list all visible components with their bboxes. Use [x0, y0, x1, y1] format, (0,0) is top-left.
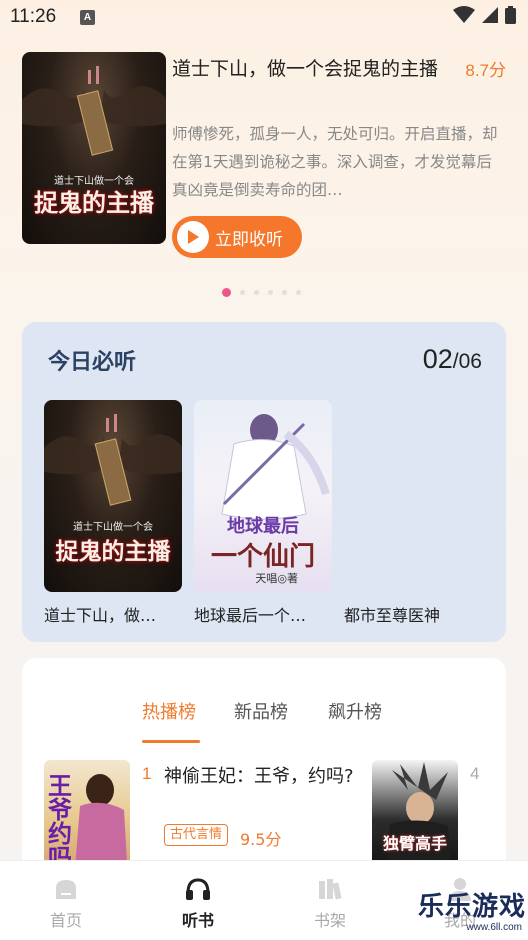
cover-author-art: 天唱◎著: [255, 572, 298, 585]
daily-book-name[interactable]: 地球最后一个…: [194, 602, 334, 626]
cover-title-art: 捉鬼的主播: [55, 538, 171, 565]
carousel-dot[interactable]: [268, 290, 273, 295]
home-icon: [56, 880, 76, 899]
rank-item-score: 9.5分: [240, 830, 282, 849]
featured-title[interactable]: 道士下山，做一个会捉鬼的主播: [172, 54, 442, 85]
cover-subtitle-art: 地球最后: [227, 516, 299, 537]
daily-book-1[interactable]: 道士下山做一个会 捉鬼的主播 道士下山，做…: [44, 400, 182, 625]
listen-now-button[interactable]: 立即收听: [172, 216, 302, 258]
featured-description: 师傅惨死，孤身一人，无处可归。开启直播，却在第1天遇到诡秘之事。深入调查，才发觉…: [172, 125, 498, 199]
cover-title-art: 独臂高手: [382, 834, 447, 853]
nav-home-label: 首页: [49, 911, 82, 930]
daily-book-cover[interactable]: 地球最后 一个仙门 天唱◎著: [194, 400, 332, 592]
daily-title: 今日必听: [48, 349, 137, 375]
bookshelf-icon: [319, 879, 342, 900]
cover-subtitle-art: 道士下山做一个会: [73, 522, 153, 533]
daily-page-total: /06: [452, 350, 482, 373]
nav-listen-label: 听书: [181, 911, 214, 930]
headphones-icon: [186, 878, 210, 900]
notification-icon: A: [80, 10, 95, 25]
tab-hot[interactable]: 热播榜: [142, 698, 196, 724]
tab-underline: [142, 740, 200, 743]
cover-title-art: 一个仙门: [210, 542, 315, 572]
status-bar: 11:26 A: [0, 0, 528, 36]
carousel-dot[interactable]: [296, 290, 301, 295]
nav-bookshelf-label: 书架: [313, 911, 346, 930]
nav-listen[interactable]: 听书: [158, 861, 238, 931]
featured-score: 8.7分: [465, 61, 506, 80]
carousel-dot[interactable]: [240, 290, 245, 295]
nav-bookshelf[interactable]: 书架: [290, 861, 370, 931]
rank-item-title[interactable]: 神偷王妃：王爷，约吗?: [164, 762, 354, 791]
signal-icon: [482, 7, 498, 23]
nav-home[interactable]: 首页: [26, 861, 106, 931]
cover-title-art: 王爷约吗: [48, 771, 72, 872]
tab-new[interactable]: 新品榜: [234, 698, 288, 724]
daily-page-indicator: 02/06: [423, 344, 482, 375]
listen-now-label: 立即收听: [215, 229, 283, 250]
daily-page-current: 02: [422, 344, 453, 374]
cover-title-art: 捉鬼的主播: [34, 188, 154, 217]
watermark-text: 乐乐游戏: [417, 892, 526, 922]
daily-book-name[interactable]: 道士下山，做…: [44, 602, 184, 626]
watermark-url: www.6ll.com: [466, 922, 522, 933]
carousel-dots[interactable]: [222, 288, 301, 297]
daily-book-cover[interactable]: 道士下山做一个会 捉鬼的主播: [44, 400, 182, 592]
status-icons: [453, 6, 516, 24]
featured-banner[interactable]: 道士下山做一个会 捉鬼的主播 道士下山，做一个会捉鬼的主播 8.7分 师傅惨死，…: [0, 50, 528, 280]
status-time: 11:26: [10, 6, 57, 27]
featured-cover[interactable]: 道士下山做一个会 捉鬼的主播: [22, 52, 166, 244]
rank-number: 4: [470, 764, 480, 783]
rank-number: 1: [142, 764, 152, 783]
watermark-logo: 乐乐游戏 www.6ll.com: [394, 886, 526, 940]
rank-item-genre: 古代言情: [164, 824, 229, 846]
battery-icon: [505, 6, 516, 24]
carousel-dot[interactable]: [222, 288, 231, 297]
wifi-icon: [453, 6, 475, 23]
daily-book-name[interactable]: 都市至尊医神: [344, 602, 484, 626]
cover-swordsman-art: [221, 414, 330, 520]
daily-recommend-card: 今日必听 02/06 道士下山做一个会 捉鬼的主播 道士下山，做… 地球最后 一…: [22, 322, 506, 642]
play-icon: [177, 221, 209, 253]
carousel-dot[interactable]: [282, 290, 287, 295]
carousel-dot[interactable]: [254, 290, 259, 295]
tab-rising[interactable]: 飙升榜: [328, 698, 382, 724]
daily-book-2[interactable]: 地球最后 一个仙门 天唱◎著 地球最后一个…: [194, 400, 332, 625]
